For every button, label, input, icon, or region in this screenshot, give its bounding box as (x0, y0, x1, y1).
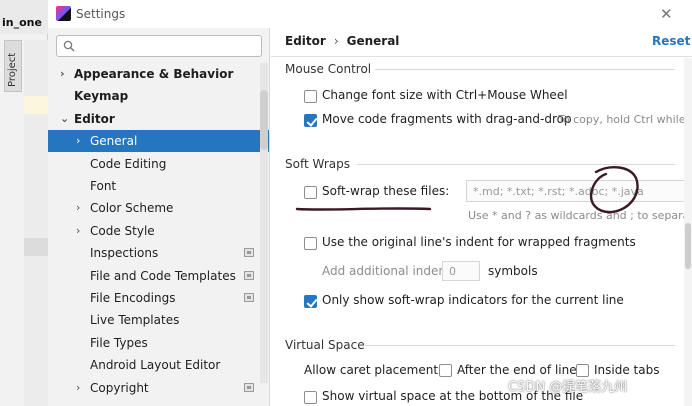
header-divider (271, 56, 692, 57)
sidebar-item-label: Copyright (90, 380, 149, 395)
ide-gutter (24, 40, 48, 406)
sidebar-item-file-encodings[interactable]: File Encodings (48, 287, 269, 309)
soft-wrap-indicators-label[interactable]: Only show soft-wrap indicators for the c… (322, 293, 624, 307)
project-level-icon (244, 382, 254, 392)
sidebar-item-color-scheme[interactable]: › Color Scheme (48, 197, 269, 219)
soft-wrap-files-checkbox[interactable] (304, 186, 317, 199)
section-soft-wraps: Soft Wraps (285, 157, 350, 171)
font-size-label[interactable]: Change font size with Ctrl+Mouse Wheel (322, 88, 568, 102)
sidebar-item-label: File Types (90, 335, 148, 350)
breadcrumb: Editor › General (285, 34, 399, 48)
sidebar-scroll-thumb[interactable] (260, 90, 268, 150)
chevron-right-icon[interactable]: › (76, 220, 80, 242)
section-divider (365, 345, 675, 346)
project-tab-label: Project (7, 52, 18, 87)
app-logo-icon (56, 6, 71, 21)
sidebar-item-label: General (90, 134, 138, 149)
sidebar-item-label: Keymap (74, 89, 129, 104)
sidebar-item-font[interactable]: Font (48, 175, 269, 197)
after-end-of-line-checkbox[interactable] (439, 364, 452, 377)
additional-indent-input[interactable] (442, 261, 480, 281)
sidebar-item-general[interactable]: › General (48, 130, 269, 153)
caret-placement-label: Allow caret placement: (304, 363, 443, 377)
sidebar-item-label: Code Editing (90, 156, 167, 171)
sidebar-item-label: Color Scheme (90, 201, 174, 216)
drag-drop-checkbox[interactable] (304, 114, 317, 127)
sidebar-item-live-templates[interactable]: Live Templates (48, 309, 269, 331)
sidebar-item-label: Code Style (90, 223, 155, 238)
ide-project-name: in_one (2, 16, 42, 29)
section-divider (375, 69, 675, 70)
soft-wrap-files-label[interactable]: Soft-wrap these files: (322, 184, 449, 198)
soft-wrap-files-hint: Use * and ? as wildcards and ; to separa… (468, 209, 692, 222)
settings-sidebar: › Appearance & Behavior Keymap ⌄ Editor › Gene… (48, 28, 270, 406)
chevron-down-icon[interactable]: ⌄ (60, 108, 69, 130)
breadcrumb-parent[interactable]: Editor (285, 34, 326, 48)
content-scroll-thumb[interactable] (685, 223, 691, 269)
title-bar: Settings ✕ (48, 0, 692, 28)
project-tool-tab[interactable]: Project (4, 40, 22, 92)
section-divider (357, 164, 675, 165)
ide-highlight-line (24, 96, 48, 114)
sidebar-item-editor[interactable]: ⌄ Editor (48, 108, 269, 130)
sidebar-item-label: Live Templates (90, 313, 180, 328)
project-level-icon (244, 293, 254, 302)
font-size-checkbox[interactable] (304, 90, 317, 103)
sidebar-item-label: Android Layout Editor (90, 358, 221, 373)
settings-content: Editor › General Reset Mouse Control Chang… (271, 28, 692, 406)
inside-tabs-label[interactable]: Inside tabs (594, 363, 659, 377)
sidebar-item-label: Editor (74, 111, 115, 126)
breadcrumb-current: General (346, 34, 400, 48)
sidebar-item-label: File and Code Templates (90, 268, 236, 283)
project-level-icon (244, 248, 254, 258)
ide-selection (24, 238, 48, 256)
sidebar-item-inspections[interactable]: Inspections (48, 242, 269, 264)
original-indent-label[interactable]: Use the original line's indent for wrapp… (322, 235, 636, 249)
sidebar-item-label: Font (90, 179, 117, 193)
sidebar-item-code-style[interactable]: › Code Style (48, 220, 269, 242)
section-virtual-space: Virtual Space (285, 338, 365, 352)
project-level-icon (244, 270, 254, 280)
settings-search[interactable] (56, 35, 262, 57)
reset-link[interactable]: Reset (652, 34, 690, 48)
close-icon[interactable]: ✕ (660, 5, 673, 23)
sidebar-item-code-editing[interactable]: Code Editing (48, 153, 269, 175)
original-indent-checkbox[interactable] (304, 237, 317, 250)
sidebar-item-file-and-code-templates[interactable]: File and Code Templates (48, 265, 269, 287)
additional-indent-label: Add additional indent: (322, 264, 455, 278)
sidebar-item-appearance-behavior[interactable]: › Appearance & Behavior (48, 63, 269, 85)
section-mouse-control: Mouse Control (285, 62, 372, 76)
chevron-right-icon[interactable]: › (76, 377, 80, 399)
sidebar-item-label: Inspections (90, 246, 159, 261)
sidebar-item-android-layout-editor[interactable]: Android Layout Editor (48, 354, 269, 376)
search-icon (63, 40, 75, 52)
watermark: CSDN @提笔落九州 (508, 380, 628, 395)
chevron-right-icon[interactable]: › (76, 130, 80, 152)
breadcrumb-separator: › (333, 34, 339, 48)
virtual-space-bottom-checkbox[interactable] (304, 391, 317, 404)
chevron-right-icon[interactable]: › (76, 197, 80, 219)
sidebar-item-file-types[interactable]: File Types (48, 332, 269, 354)
sidebar-item-label: File Encodings (90, 291, 176, 305)
search-input[interactable] (81, 38, 257, 54)
sidebar-item-label: Appearance & Behavior (74, 67, 234, 81)
window-title: Settings (76, 7, 126, 21)
sidebar-item-copyright[interactable]: › Copyright (48, 377, 269, 399)
soft-wrap-files-input[interactable] (466, 180, 692, 202)
after-end-of-line-label[interactable]: After the end of line (457, 363, 577, 377)
drag-drop-label[interactable]: Move code fragments with drag-and-drop (322, 112, 572, 126)
ide-background: in_one Project (0, 0, 48, 406)
settings-dialog: Settings ✕ › Appearance & Behavior Keymap ⌄… (48, 0, 692, 406)
soft-wrap-indicators-checkbox[interactable] (304, 295, 317, 308)
symbols-label: symbols (488, 264, 538, 278)
sidebar-item-keymap[interactable]: Keymap (48, 85, 269, 107)
drag-drop-hint: To copy, hold Ctrl while d (558, 113, 692, 126)
chevron-right-icon[interactable]: › (60, 63, 65, 85)
